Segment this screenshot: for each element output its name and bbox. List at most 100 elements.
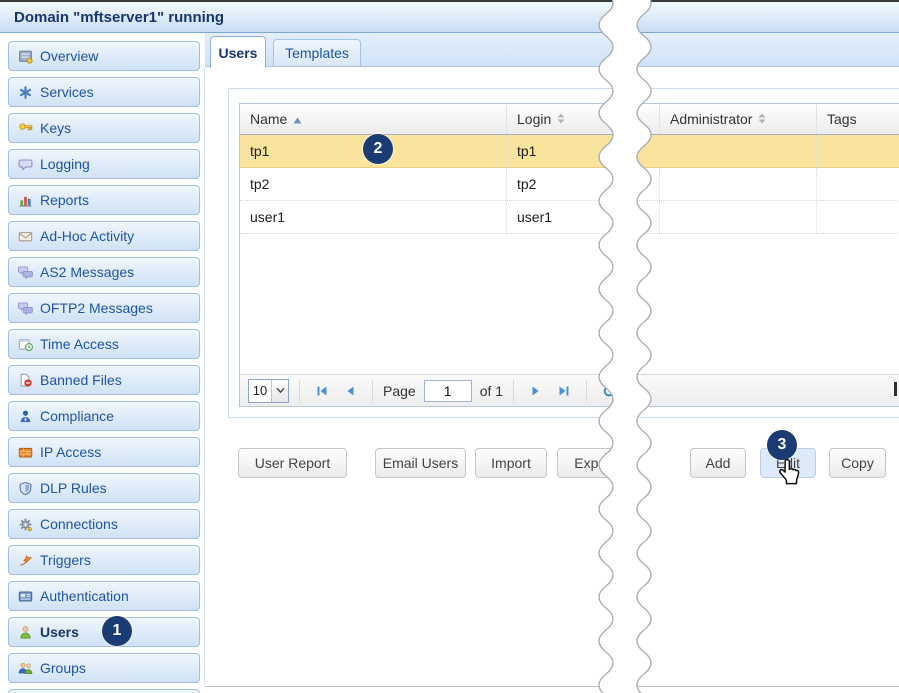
person-blue-icon — [18, 409, 33, 424]
sidebar-item-as2-messages[interactable]: AS2 Messages — [8, 257, 200, 287]
import-button[interactable]: Import — [475, 448, 547, 478]
sort-ascending-icon — [293, 104, 302, 134]
sidebar-item-groups[interactable]: Groups — [8, 653, 200, 683]
calendar-clock-icon — [18, 337, 33, 352]
sidebar-item-label: Groups — [40, 660, 86, 676]
shield-icon — [18, 481, 33, 496]
envelope-icon — [18, 229, 33, 244]
add-button[interactable]: Add — [690, 448, 746, 478]
email-users-button[interactable]: Email Users — [375, 448, 466, 478]
sidebar-item-label: Banned Files — [40, 372, 122, 388]
mft-admin-window: Domain "mftserver1" running UsersTemplat… — [0, 0, 899, 693]
cell-name: user1 — [240, 201, 507, 233]
sidebar-item-logging[interactable]: Logging — [8, 149, 200, 179]
sidebar-item-services[interactable]: Services — [8, 77, 200, 107]
domain-title-bar: Domain "mftserver1" running — [0, 0, 899, 33]
cell-administrator — [660, 168, 817, 200]
sidebar-item-label: IP Access — [40, 444, 101, 460]
server-icon — [18, 49, 33, 64]
cell-name: tp2 — [240, 168, 507, 200]
callout-step-3-badge: 3 — [767, 430, 797, 460]
column-label: Administrator — [670, 104, 752, 134]
page-title: Domain "mftserver1" running — [14, 9, 224, 26]
table-row-tp2[interactable]: tp2tp2 — [240, 168, 899, 201]
export-button[interactable]: Export — [557, 448, 632, 478]
copy-button[interactable]: Copy — [829, 448, 886, 478]
person-green-icon — [18, 625, 33, 640]
sidebar-item-ad-hoc-activity[interactable]: Ad-Hoc Activity — [8, 221, 200, 251]
users-table: Name Login Administrator Tags tp1tp1tp2tp2u… — [239, 103, 899, 407]
sidebar-item-label: Logging — [40, 156, 90, 172]
column-header-name[interactable]: Name — [240, 104, 507, 134]
column-label: Login — [517, 104, 551, 134]
sidebar-item-overview[interactable]: Overview — [8, 41, 200, 71]
firewall-icon — [18, 445, 33, 460]
refresh-icon[interactable] — [597, 380, 621, 402]
page-size-select[interactable]: 10 — [248, 379, 289, 403]
table-body: tp1tp1tp2tp2user1user1 — [240, 135, 899, 234]
sidebar-item-keys[interactable]: Keys — [8, 113, 200, 143]
first-page-button[interactable] — [310, 380, 334, 402]
previous-page-button[interactable] — [338, 380, 362, 402]
sidebar-item-label: Keys — [40, 120, 71, 136]
column-header-tags[interactable]: Tags — [817, 104, 899, 134]
sidebar-item-connections[interactable]: Connections — [8, 509, 200, 539]
callout-step-2-badge: 2 — [363, 134, 393, 164]
callout-step-1-badge: 1 — [102, 616, 132, 646]
user-report-button[interactable]: User Report — [238, 448, 347, 478]
gear-icon — [18, 517, 33, 532]
tab-strip: UsersTemplates — [205, 33, 899, 67]
clipped-text-fragment — [894, 382, 897, 396]
bar-chart-icon — [18, 193, 33, 208]
page-label: Page — [383, 383, 416, 399]
cell-administrator — [660, 135, 817, 167]
id-card-icon — [18, 589, 33, 604]
chevron-down-icon — [271, 380, 288, 402]
cell-login: tp1 — [507, 135, 660, 167]
cell-login: tp2 — [507, 168, 660, 200]
last-page-button[interactable] — [552, 380, 576, 402]
page-number-input[interactable]: 1 — [424, 380, 472, 402]
group-icon — [18, 661, 33, 676]
sidebar-item-triggers[interactable]: Triggers — [8, 545, 200, 575]
sidebar-item-label: DLP Rules — [40, 480, 107, 496]
next-page-button[interactable] — [524, 380, 548, 402]
page-count-label: of 1 — [480, 383, 503, 399]
cell-login: user1 — [507, 201, 660, 233]
banned-file-icon — [18, 373, 33, 388]
sidebar-item-dlp-rules[interactable]: DLP Rules — [8, 473, 200, 503]
sort-both-icon — [758, 104, 766, 134]
sidebar-item-label: Authentication — [40, 588, 129, 604]
content-bottom-border — [205, 686, 899, 687]
sidebar-item-label: Reports — [40, 192, 89, 208]
table-row-user1[interactable]: user1user1 — [240, 201, 899, 234]
table-row-tp1[interactable]: tp1tp1 — [240, 135, 899, 168]
sidebar-item-label: Ad-Hoc Activity — [40, 228, 134, 244]
column-label: Tags — [827, 104, 857, 134]
cell-tags — [817, 135, 899, 167]
sidebar-item-ip-access[interactable]: IP Access — [8, 437, 200, 467]
sidebar-item-label: Users — [40, 624, 79, 640]
tab-templates[interactable]: Templates — [273, 39, 361, 67]
sidebar-item-authentication[interactable]: Authentication — [8, 581, 200, 611]
key-icon — [18, 121, 33, 136]
flame-icon — [18, 553, 33, 568]
sidebar-item-label: Overview — [40, 48, 98, 64]
sidebar-item-time-access[interactable]: Time Access — [8, 329, 200, 359]
column-header-login[interactable]: Login — [507, 104, 660, 134]
sidebar-item-clipped — [8, 689, 200, 693]
sidebar-item-banned-files[interactable]: Banned Files — [8, 365, 200, 395]
sidebar-item-label: Time Access — [40, 336, 119, 352]
sidebar-item-oftp2-messages[interactable]: OFTP2 Messages — [8, 293, 200, 323]
column-header-administrator[interactable]: Administrator — [660, 104, 817, 134]
sidebar-item-reports[interactable]: Reports — [8, 185, 200, 215]
sidebar-item-label: Triggers — [40, 552, 91, 568]
cell-tags — [817, 201, 899, 233]
users-grid-panel: Name Login Administrator Tags tp1tp1tp2tp2u… — [228, 88, 899, 418]
sidebar-item-label: AS2 Messages — [40, 264, 134, 280]
sidebar-item-label: Services — [40, 84, 94, 100]
speech-bubble-icon — [18, 157, 33, 172]
sidebar-item-compliance[interactable]: Compliance — [8, 401, 200, 431]
tab-users[interactable]: Users — [210, 36, 266, 68]
pagination-bar: 10 Page 1 of 1 — [240, 374, 899, 406]
